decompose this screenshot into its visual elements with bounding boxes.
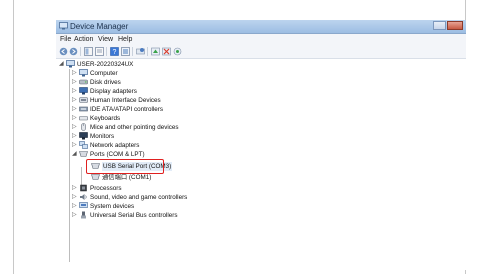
speaker-icon bbox=[80, 194, 87, 200]
help-icon[interactable]: ? bbox=[110, 47, 119, 56]
display-adapter-icon bbox=[79, 87, 88, 95]
expand-icon[interactable]: ▷ bbox=[72, 212, 78, 218]
tree-item-processors[interactable]: ▷ Processors bbox=[56, 184, 256, 193]
scan-hardware-icon[interactable] bbox=[136, 47, 145, 56]
computer-icon bbox=[79, 69, 88, 77]
tree-item-label: System devices bbox=[90, 203, 135, 210]
minimize-button[interactable] bbox=[433, 21, 446, 30]
tree-item-label: Human Interface Devices bbox=[90, 97, 161, 104]
tree-item-mice[interactable]: ▷ Mice and other pointing devices bbox=[56, 123, 256, 132]
collapse-icon[interactable]: ◢ bbox=[59, 61, 65, 67]
expand-icon[interactable]: ▷ bbox=[72, 88, 78, 94]
tree-item-computer[interactable]: ▷ Computer bbox=[56, 69, 256, 78]
menu-file[interactable]: File bbox=[60, 35, 71, 45]
update-driver-icon[interactable] bbox=[151, 47, 160, 56]
menu-view[interactable]: View bbox=[98, 35, 113, 45]
tree-item-label: Monitors bbox=[90, 133, 115, 140]
toolbar-separator bbox=[80, 47, 81, 56]
tree-item-label: Computer bbox=[90, 70, 118, 77]
uninstall-icon[interactable] bbox=[173, 47, 182, 56]
tree-item-system-devices[interactable]: ▷ System devices bbox=[56, 202, 256, 211]
ide-controller-icon bbox=[79, 106, 88, 112]
page-border-left bbox=[13, 0, 14, 274]
toolbar-separator bbox=[106, 47, 107, 56]
computer-root-icon bbox=[66, 60, 75, 68]
processor-icon bbox=[80, 184, 87, 192]
tree-item-label: 通信端口 (COM1) bbox=[102, 174, 152, 181]
system-device-icon bbox=[79, 202, 88, 208]
disk-drive-icon bbox=[79, 79, 88, 85]
tree-root-label: USER-20220324UX bbox=[77, 61, 134, 68]
forward-icon[interactable] bbox=[69, 47, 78, 56]
disable-icon[interactable] bbox=[162, 47, 171, 56]
expand-icon[interactable]: ▷ bbox=[72, 115, 78, 121]
expand-icon[interactable]: ▷ bbox=[72, 70, 78, 76]
tree-item-communications-port[interactable]: 通信端口 (COM1) bbox=[56, 173, 256, 182]
expand-icon[interactable]: ▷ bbox=[72, 203, 78, 209]
back-icon[interactable] bbox=[59, 47, 68, 56]
toolbar-separator bbox=[132, 47, 133, 56]
tree-root-node[interactable]: ◢ USER-20220324UX bbox=[56, 60, 256, 69]
network-adapter-icon bbox=[79, 141, 88, 149]
expand-icon[interactable]: ▷ bbox=[72, 133, 78, 139]
close-button[interactable] bbox=[447, 21, 463, 30]
menu-help[interactable]: Help bbox=[118, 35, 132, 45]
tree-item-usb-controllers[interactable]: ▷ Universal Serial Bus controllers bbox=[56, 211, 256, 220]
tree-item-keyboards[interactable]: ▷ Keyboards bbox=[56, 114, 256, 123]
tree-item-display-adapters[interactable]: ▷ Display adapters bbox=[56, 87, 256, 96]
expand-icon[interactable]: ▷ bbox=[72, 194, 78, 200]
collapse-icon[interactable]: ◢ bbox=[72, 151, 78, 157]
usb-icon bbox=[81, 211, 86, 219]
toolbar: ? bbox=[56, 46, 466, 59]
properties-icon[interactable] bbox=[95, 47, 104, 56]
tree-item-label: Processors bbox=[90, 185, 122, 192]
menu-bar: File Action View Help bbox=[56, 34, 466, 46]
tree-item-ide-ata[interactable]: ▷ IDE ATA/ATAPI controllers bbox=[56, 105, 256, 114]
port-icon bbox=[79, 151, 88, 157]
tree-item-label: Mice and other pointing devices bbox=[90, 124, 179, 131]
expand-icon[interactable]: ▷ bbox=[72, 106, 78, 112]
tree-item-label: Ports (COM & LPT) bbox=[90, 151, 145, 158]
tree-item-ports[interactable]: ◢ Ports (COM & LPT) bbox=[56, 150, 256, 159]
window-title: Device Manager bbox=[70, 22, 129, 31]
tree-item-network-adapters[interactable]: ▷ Network adapters bbox=[56, 141, 256, 150]
device-manager-icon bbox=[59, 22, 68, 30]
window-controls bbox=[433, 21, 463, 30]
tree-item-label: Sound, video and game controllers bbox=[90, 194, 188, 201]
expand-icon[interactable]: ▷ bbox=[72, 97, 78, 103]
monitor-icon bbox=[79, 132, 88, 140]
tree-item-label: Network adapters bbox=[90, 142, 140, 149]
tree-item-label: Universal Serial Bus controllers bbox=[90, 212, 178, 219]
expand-icon[interactable]: ▷ bbox=[72, 185, 78, 191]
port-icon bbox=[91, 174, 100, 180]
tree-item-monitors[interactable]: ▷ Monitors bbox=[56, 132, 256, 141]
tree-item-hid[interactable]: ▷ Human Interface Devices bbox=[56, 96, 256, 105]
toolbar-separator bbox=[147, 47, 148, 56]
tree-item-label: Display adapters bbox=[90, 88, 137, 95]
hid-icon bbox=[79, 97, 88, 103]
menu-action[interactable]: Action bbox=[74, 35, 93, 45]
refresh-icon[interactable] bbox=[121, 47, 130, 56]
show-hide-tree-icon[interactable] bbox=[84, 47, 93, 56]
highlight-annotation bbox=[86, 159, 164, 174]
mouse-icon bbox=[81, 123, 86, 131]
tree-item-label: IDE ATA/ATAPI controllers bbox=[90, 106, 164, 113]
device-manager-window: Device Manager File Action View Help ? ◢… bbox=[56, 20, 466, 270]
title-bar[interactable]: Device Manager bbox=[56, 20, 466, 34]
expand-icon[interactable]: ▷ bbox=[72, 142, 78, 148]
tree-item-sound-video[interactable]: ▷ Sound, video and game controllers bbox=[56, 193, 256, 202]
expand-icon[interactable]: ▷ bbox=[72, 124, 78, 130]
expand-icon[interactable]: ▷ bbox=[72, 79, 78, 85]
tree-item-disk-drives[interactable]: ▷ Disk drives bbox=[56, 78, 256, 87]
tree-item-label: Disk drives bbox=[90, 79, 121, 86]
keyboard-icon bbox=[79, 116, 88, 121]
svg-text:?: ? bbox=[113, 49, 117, 56]
tree-item-label: Keyboards bbox=[90, 115, 121, 122]
